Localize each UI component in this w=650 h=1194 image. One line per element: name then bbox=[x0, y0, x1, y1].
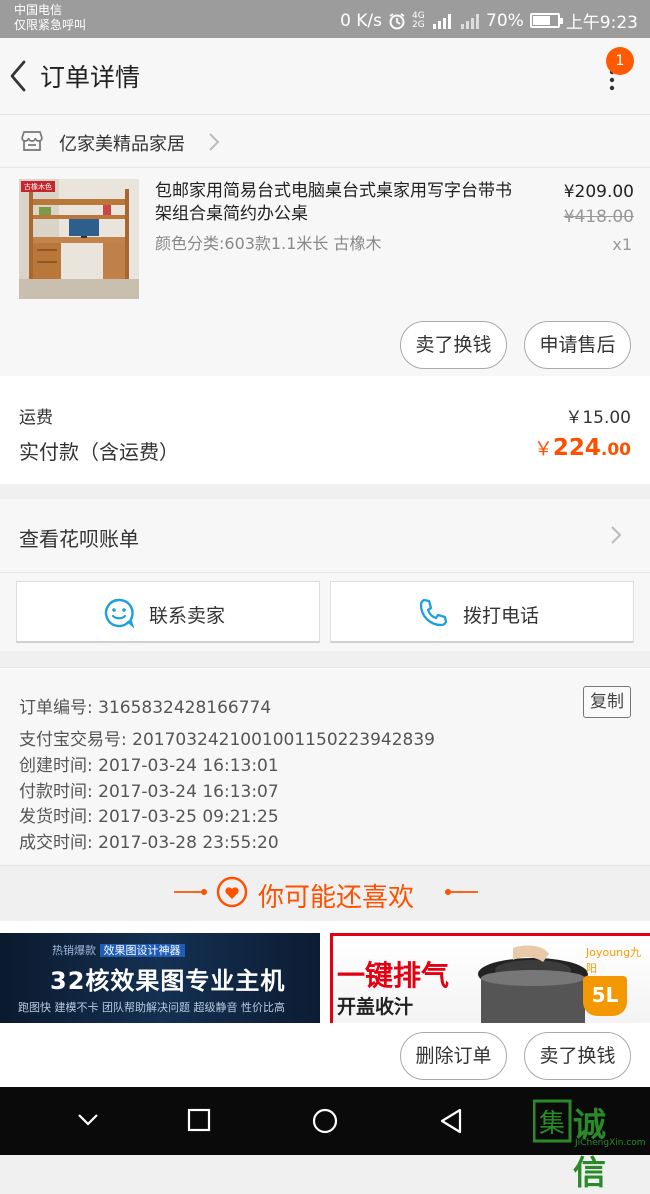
copy-button[interactable]: 复制 bbox=[583, 686, 631, 718]
carrier-info: 中国电信 仅限紧急呼叫 bbox=[14, 3, 86, 33]
contact-seller-label: 联系卖家 bbox=[149, 605, 226, 627]
paid-label: 实付款（含运费） bbox=[19, 440, 179, 464]
call-phone-button[interactable]: 拨打电话 bbox=[330, 581, 634, 643]
original-price: ¥418.00 bbox=[563, 207, 634, 227]
paid-decimal: .00 bbox=[600, 440, 631, 460]
chevron-right-icon bbox=[611, 526, 622, 544]
nav-recent-icon[interactable] bbox=[186, 1107, 212, 1133]
network-speed: 0 K/s bbox=[340, 10, 383, 31]
alarm-icon bbox=[389, 12, 405, 29]
watermark: 集 诚信 JiChengXin.com bbox=[532, 1098, 646, 1192]
recommend-header: 你可能还喜欢 bbox=[0, 865, 650, 921]
shipping-label: 运费 bbox=[19, 408, 53, 428]
heart-icon bbox=[216, 876, 248, 908]
chevron-right-icon bbox=[209, 133, 220, 151]
banner-left-tag-label: 效果图设计神器 bbox=[99, 944, 185, 957]
fee-summary: 运费 ￥15.00 实付款（含运费） ￥224.00 bbox=[0, 376, 650, 484]
resell-button[interactable]: 卖了换钱 bbox=[400, 321, 507, 369]
divider-left-icon bbox=[174, 889, 207, 895]
divider-right-icon bbox=[445, 889, 478, 895]
product-quantity: x1 bbox=[612, 235, 632, 254]
call-phone-label: 拨打电话 bbox=[463, 605, 540, 627]
clock: 上午9:23 bbox=[565, 13, 638, 33]
banner-right-sub: 开盖收汁 bbox=[337, 996, 414, 1018]
thumb-label: 古橡木色 bbox=[24, 182, 52, 191]
watermark-logo-text: 集 bbox=[539, 1109, 565, 1139]
product-spec: 颜色分类:603款1.1米长 古橡木 bbox=[155, 234, 382, 253]
paid-integer: 224 bbox=[552, 435, 601, 461]
status-bar: 中国电信 仅限紧急呼叫 0 K/s 4G 2G 70% 上午9:23 bbox=[0, 0, 650, 38]
status-right: 0 K/s 4G 2G 70% 上午9:23 bbox=[340, 8, 638, 34]
bottom-action-bar: 删除订单 卖了换钱 bbox=[0, 1023, 650, 1087]
created-time: 创建时间: 2017-03-24 16:13:01 bbox=[19, 756, 279, 776]
product-thumbnail[interactable]: 古橡木色 bbox=[19, 179, 139, 299]
store-icon bbox=[21, 131, 43, 151]
phone-icon bbox=[419, 598, 448, 627]
alipay-trade-number: 支付宝交易号: 2017032421001001150223942839 bbox=[19, 730, 435, 750]
network-type: 4G 2G bbox=[412, 10, 425, 30]
carrier-name: 中国电信 bbox=[14, 3, 63, 17]
chat-face-icon bbox=[104, 598, 135, 629]
app-header: 订单详情 1 bbox=[0, 38, 650, 114]
order-item: 古橡木色 包邮家用简易台式电脑桌台式桌家用写字台带书架组合桌简约办公桌 颜色分类… bbox=[0, 168, 650, 376]
back-arrow-icon[interactable] bbox=[4, 56, 36, 96]
banner-right-capacity: 5L bbox=[583, 976, 627, 1016]
notification-badge: 1 bbox=[606, 47, 634, 75]
watermark-url: JiChengXin.com bbox=[575, 1138, 646, 1148]
banner-right-brand: Joyoung九阳 bbox=[586, 946, 642, 975]
nav-down-icon[interactable] bbox=[76, 1111, 100, 1127]
signal-icon bbox=[433, 13, 452, 29]
nav-back-icon[interactable] bbox=[438, 1107, 464, 1135]
banner-workstation[interactable]: 热销爆款 效果图设计神器 32核效果图专业主机 跑图快 建模不卡 团队帮助解决问… bbox=[0, 933, 320, 1023]
order-info-section: 订单编号: 3165832428166774 复制 支付宝交易号: 201703… bbox=[0, 667, 650, 865]
completed-time: 成交时间: 2017-03-28 23:55:20 bbox=[19, 833, 279, 853]
delete-order-button[interactable]: 删除订单 bbox=[400, 1032, 507, 1080]
battery-percent: 70% bbox=[486, 10, 524, 31]
recommend-banners: 热销爆款 效果图设计神器 32核效果图专业主机 跑图快 建模不卡 团队帮助解决问… bbox=[0, 921, 650, 1023]
nav-home-icon[interactable] bbox=[311, 1107, 339, 1135]
contact-row: 联系卖家 拨打电话 bbox=[0, 573, 650, 651]
watermark-logo-icon: 集 bbox=[532, 1099, 572, 1143]
after-sale-button[interactable]: 申请售后 bbox=[524, 321, 631, 369]
order-number: 订单编号: 3165832428166774 bbox=[19, 698, 272, 718]
product-title[interactable]: 包邮家用简易台式电脑桌台式桌家用写字台带书架组合桌简约办公桌 bbox=[155, 180, 520, 226]
shipped-time: 发货时间: 2017-03-25 09:21:25 bbox=[19, 807, 279, 827]
banner-left-tag: 热销爆款 效果图设计神器 bbox=[52, 942, 185, 958]
banner-left-headline: 32核效果图专业主机 bbox=[50, 967, 286, 995]
signal-icon-2 bbox=[461, 13, 480, 29]
paid-currency: ￥ bbox=[533, 438, 553, 460]
shipping-value: ￥15.00 bbox=[565, 408, 631, 428]
resell-bottom-button[interactable]: 卖了换钱 bbox=[524, 1032, 631, 1080]
paid-amount: ￥224.00 bbox=[534, 434, 631, 461]
recommend-title: 你可能还喜欢 bbox=[258, 883, 415, 913]
huabei-label: 查看花呗账单 bbox=[19, 527, 139, 551]
banner-left-tag-prefix: 热销爆款 bbox=[52, 944, 96, 957]
battery-icon bbox=[529, 13, 563, 28]
shop-row[interactable]: 亿家美精品家居 bbox=[0, 114, 650, 168]
contact-seller-button[interactable]: 联系卖家 bbox=[16, 581, 320, 643]
banner-right-headline: 一键排气 bbox=[337, 959, 450, 992]
page-title: 订单详情 bbox=[40, 63, 141, 92]
huabei-bill-row[interactable]: 查看花呗账单 bbox=[0, 499, 650, 573]
product-price: ¥209.00 bbox=[563, 182, 634, 202]
banner-pressure-cooker[interactable]: 一键排气 开盖收汁 Joyoung九阳 5L bbox=[330, 933, 650, 1023]
emergency-only-text: 仅限紧急呼叫 bbox=[14, 18, 87, 32]
paid-time: 付款时间: 2017-03-24 16:13:07 bbox=[19, 782, 279, 802]
banner-left-sub: 跑图快 建模不卡 团队帮助解决问题 超级静音 性价比高 bbox=[18, 1001, 285, 1014]
shop-name: 亿家美精品家居 bbox=[59, 134, 185, 155]
